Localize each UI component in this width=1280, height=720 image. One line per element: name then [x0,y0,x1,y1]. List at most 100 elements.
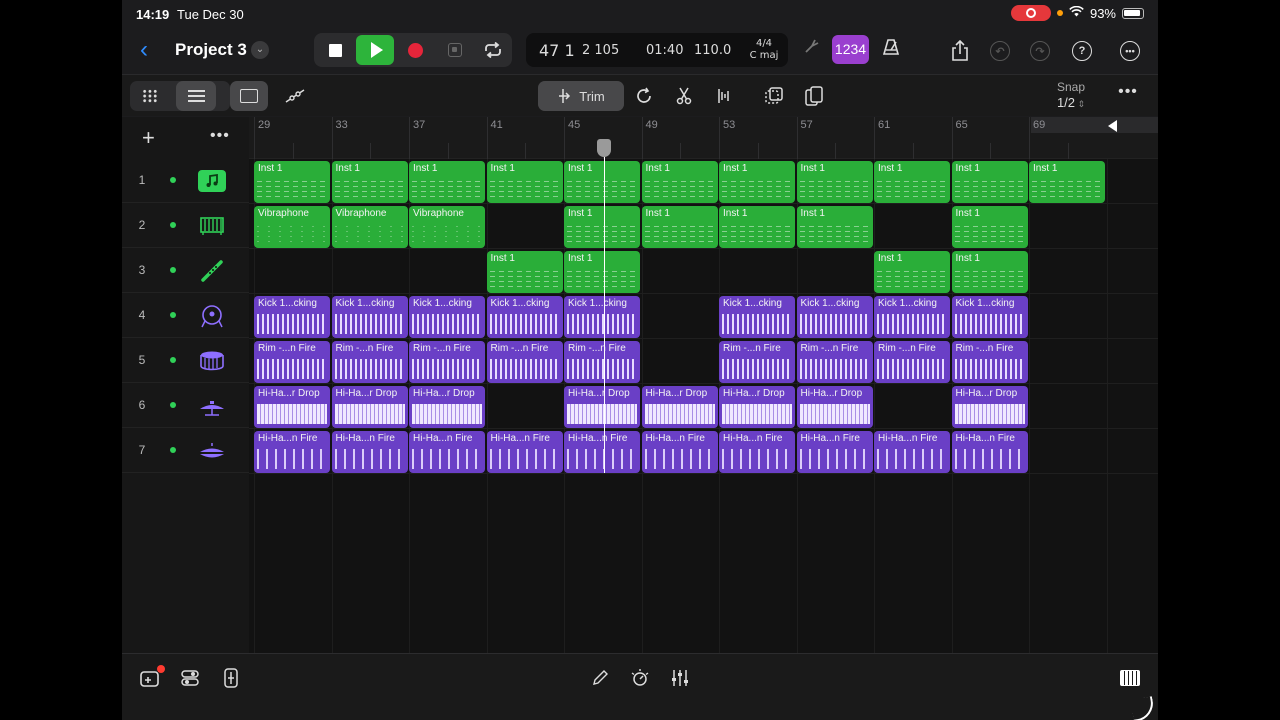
drum-region[interactable]: Hi-Ha...r Drop [719,386,795,428]
midi-region[interactable]: Inst 1 [641,206,718,248]
project-title[interactable]: Project 3 [175,40,247,60]
track-active-indicator[interactable] [170,222,176,228]
midi-region[interactable]: Inst 1 [796,206,873,248]
midi-region[interactable]: Inst 1 [641,161,718,203]
bar-ruler[interactable]: 29 33 37 41 45 49 53 57 61 65 69 [249,117,1158,159]
browser-view-button[interactable] [130,81,170,111]
drum-region[interactable]: Hi-Ha...n Fire [641,431,718,473]
midi-region[interactable]: Inst 1 [719,161,795,203]
drum-region[interactable]: Rim -...n Fire [331,341,408,383]
midi-region[interactable]: Inst 1 [951,251,1028,293]
tuner-button[interactable] [798,37,826,63]
select-mode-button[interactable] [230,81,268,111]
capture-recording-button[interactable] [436,35,474,65]
add-track-button[interactable]: + [142,125,155,151]
loop-tool-button[interactable] [628,81,660,111]
midi-region[interactable]: Inst 1 [874,161,950,203]
track-active-indicator[interactable] [170,357,176,363]
cymbal-icon[interactable] [198,393,226,419]
track-active-indicator[interactable] [170,447,176,453]
drum-region[interactable]: Hi-Ha...r Drop [564,386,640,428]
kick-drum-icon[interactable] [198,303,226,329]
drum-region[interactable]: Hi-Ha...r Drop [331,386,408,428]
smart-controls-button[interactable] [627,667,653,689]
copy-button[interactable] [798,81,830,111]
undo-button[interactable]: ↶ [988,39,1012,63]
drum-region[interactable]: Hi-Ha...r Drop [254,386,330,428]
track-header-4[interactable]: 4 [122,294,249,338]
drum-region[interactable]: Rim -...n Fire [486,341,563,383]
keyboard-button[interactable] [1117,667,1143,689]
drum-region[interactable]: Rim -...n Fire [254,341,330,383]
drum-region[interactable]: Hi-Ha...n Fire [719,431,795,473]
play-button[interactable] [356,35,394,65]
playhead[interactable] [604,147,605,473]
hi-hat-icon[interactable] [198,438,226,464]
midi-region[interactable]: Inst 1 [331,161,408,203]
drum-region[interactable]: Kick 1...cking [331,296,408,338]
drum-region[interactable]: Rim -...n Fire [409,341,485,383]
track-header-1[interactable]: 1 [122,159,249,203]
midi-region[interactable]: Vibraphone [331,206,408,248]
project-end-marker[interactable] [1108,120,1117,132]
back-chevron-icon[interactable]: ‹ [140,38,148,62]
drum-region[interactable]: Kick 1...cking [874,296,950,338]
drum-region[interactable]: Hi-Ha...n Fire [254,431,330,473]
drum-region[interactable]: Hi-Ha...r Drop [409,386,485,428]
midi-region[interactable]: Inst 1 [254,161,330,203]
drum-region[interactable]: Hi-Ha...n Fire [951,431,1028,473]
share-button[interactable] [948,39,972,63]
drum-region[interactable]: Rim -...n Fire [719,341,795,383]
track-active-indicator[interactable] [170,402,176,408]
drum-region[interactable]: Rim -...n Fire [564,341,640,383]
count-in-button[interactable]: 1234 [832,35,869,64]
drum-region[interactable]: Kick 1...cking [564,296,640,338]
timeline[interactable]: 29 33 37 41 45 49 53 57 61 65 69 Inst 1 Inst 1 Inst … [249,117,1158,653]
midi-region[interactable]: Inst 1 [564,206,640,248]
drum-region[interactable]: Hi-Ha...r Drop [641,386,718,428]
midi-region[interactable]: Vibraphone [409,206,485,248]
midi-region[interactable]: Vibraphone [254,206,330,248]
record-button[interactable] [396,35,434,65]
lcd-display[interactable]: 47 1 2 105 01:40 110.0 4/4 C maj [526,33,788,67]
track-active-indicator[interactable] [170,267,176,273]
tracks-view-button[interactable] [176,81,216,111]
midi-region[interactable]: Inst 1 [719,206,795,248]
cycle-button[interactable] [474,35,512,65]
join-tool-button[interactable] [708,81,740,111]
track-header-more-button[interactable]: ••• [210,127,230,145]
drum-region[interactable]: Hi-Ha...n Fire [331,431,408,473]
drum-region[interactable]: Hi-Ha...n Fire [874,431,950,473]
drum-region[interactable]: Rim -...n Fire [874,341,950,383]
midi-region[interactable]: Inst 1 [409,161,485,203]
track-header-2[interactable]: 2 [122,204,249,248]
track-header-3[interactable]: 3 [122,249,249,293]
automation-button[interactable] [276,81,314,111]
drum-region[interactable]: Kick 1...cking [951,296,1028,338]
drum-region[interactable]: Hi-Ha...n Fire [564,431,640,473]
midi-region[interactable]: Inst 1 [874,251,950,293]
cycle-region[interactable] [1031,117,1158,133]
drum-region[interactable]: Hi-Ha...r Drop [951,386,1028,428]
trim-tool-button[interactable]: Trim [538,81,624,111]
drum-region[interactable]: Hi-Ha...n Fire [486,431,563,473]
midi-region[interactable]: Inst 1 [1029,161,1105,203]
drum-region[interactable]: Kick 1...cking [796,296,873,338]
help-button[interactable]: ? [1070,39,1094,63]
quantize-button[interactable] [758,81,790,111]
drum-region[interactable]: Hi-Ha...r Drop [796,386,873,428]
drum-region[interactable]: Rim -...n Fire [796,341,873,383]
drum-region[interactable]: Kick 1...cking [719,296,795,338]
project-menu-chevron-icon[interactable]: ⌄ [251,41,269,59]
snap-control[interactable]: Snap 1/2 ⇕ [1046,79,1096,112]
vibraphone-icon[interactable] [198,213,226,239]
drum-region[interactable]: Hi-Ha...n Fire [796,431,873,473]
track-header-7[interactable]: 7 [122,429,249,473]
midi-region[interactable]: Inst 1 [564,251,640,293]
midi-region[interactable]: Inst 1 [486,251,563,293]
midi-region[interactable]: Inst 1 [564,161,640,203]
flute-icon[interactable] [198,258,226,284]
drum-region[interactable]: Kick 1...cking [409,296,485,338]
midi-region[interactable]: Inst 1 [951,161,1028,203]
track-header-6[interactable]: 6 [122,384,249,428]
